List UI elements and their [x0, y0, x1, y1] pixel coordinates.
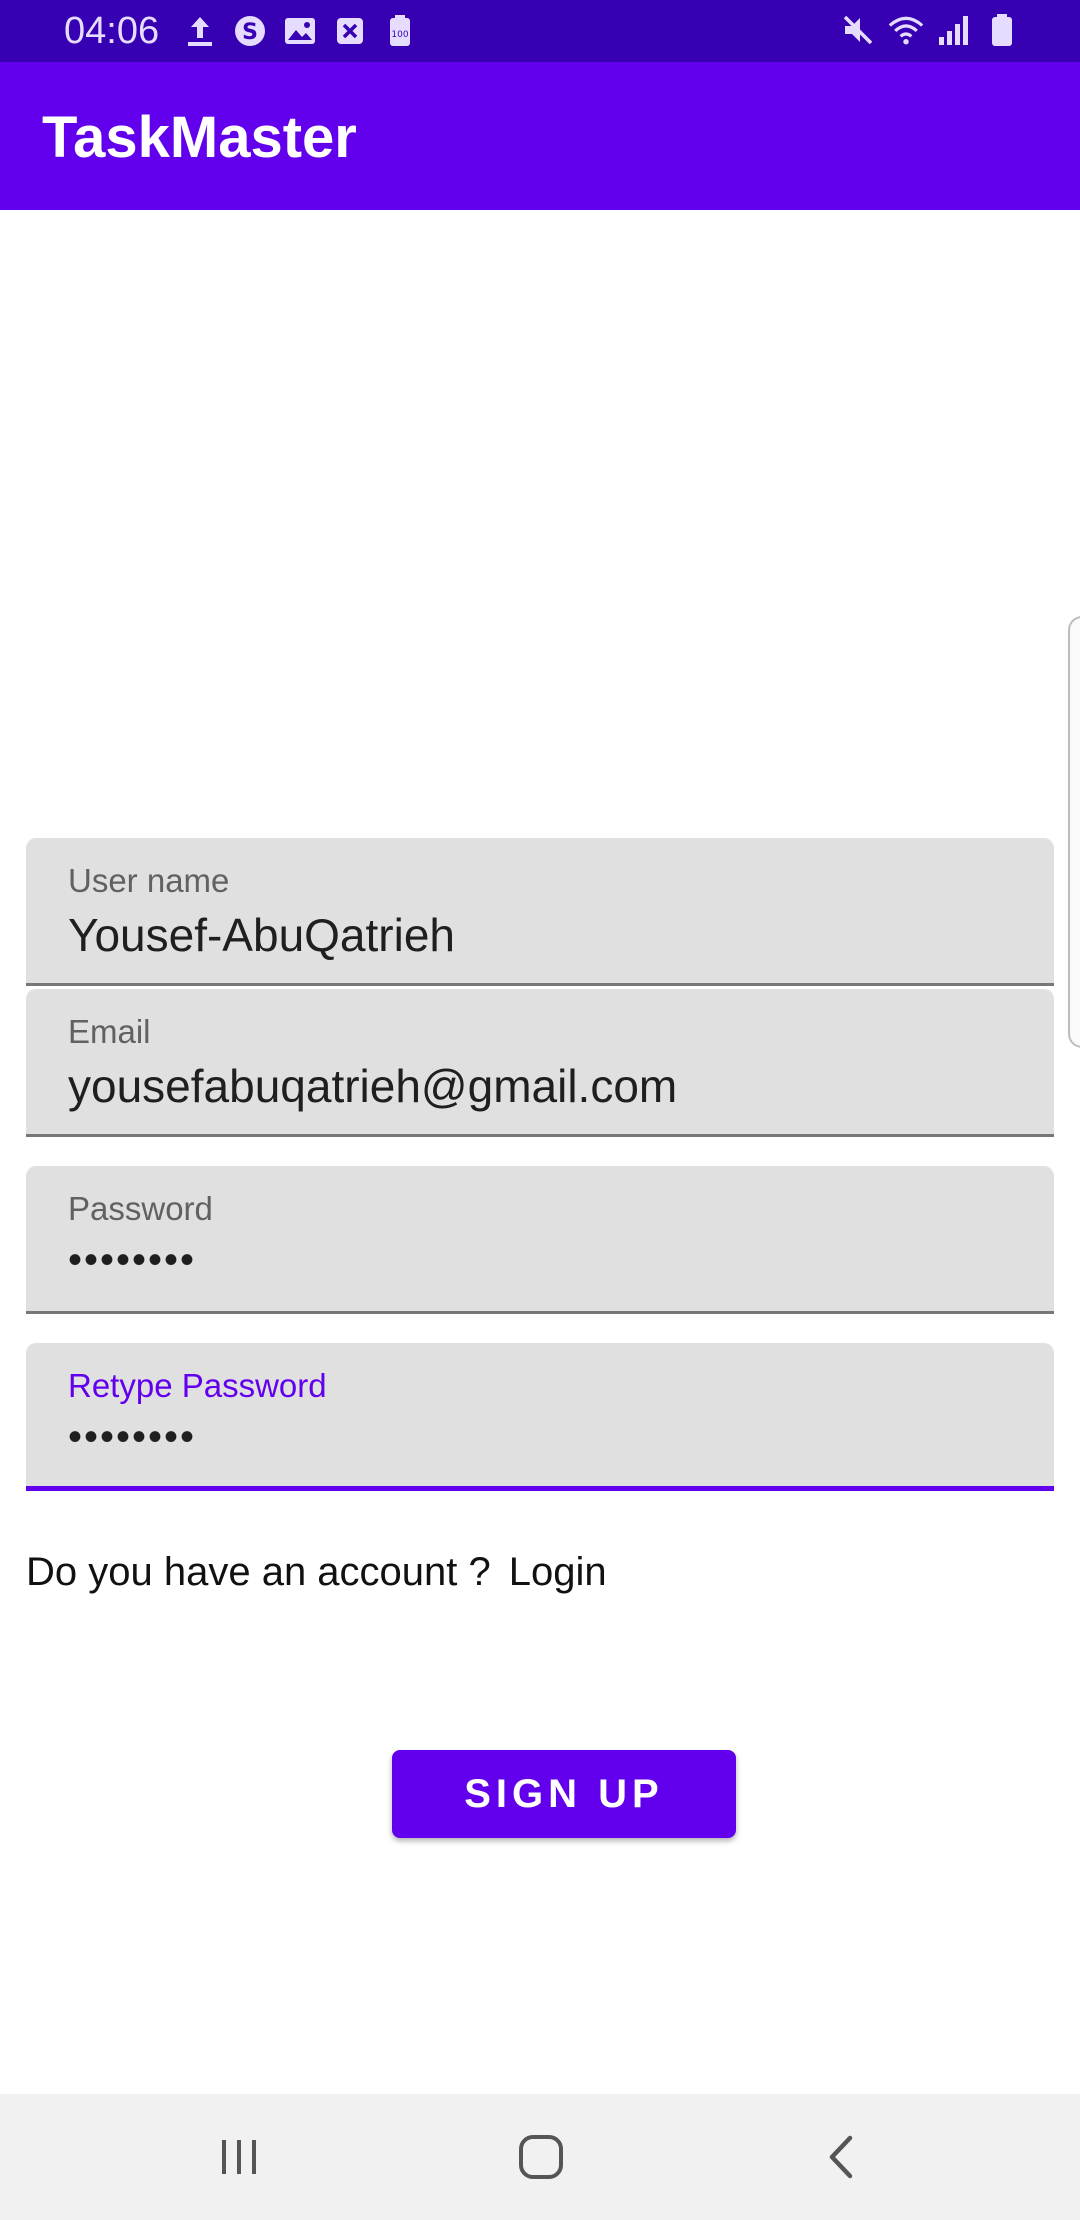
- password-label: Password: [68, 1190, 213, 1227]
- retype-password-field[interactable]: Retype Password ••••••••: [26, 1343, 1054, 1491]
- wifi-icon: [888, 12, 924, 48]
- recents-icon[interactable]: [204, 2122, 274, 2192]
- email-value: yousefabuqatrieh@gmail.com: [68, 1060, 678, 1112]
- sign-up-button[interactable]: SIGN UP: [392, 1750, 736, 1838]
- battery-icon: [984, 12, 1020, 48]
- account-question: Do you have an account ?: [26, 1550, 491, 1594]
- back-icon[interactable]: [808, 2122, 878, 2192]
- status-left-icons: S 100: [182, 13, 418, 49]
- image-icon: [282, 13, 318, 49]
- edge-panel-handle[interactable]: [1068, 616, 1080, 1048]
- status-time: 04:06: [64, 10, 160, 52]
- username-value: Yousef-AbuQatrieh: [68, 909, 456, 961]
- password-value: ••••••••: [68, 1238, 197, 1282]
- login-link[interactable]: Login: [509, 1550, 607, 1594]
- status-right-icons: [840, 12, 1020, 48]
- password-field[interactable]: Password ••••••••: [26, 1166, 1054, 1314]
- svg-text:100: 100: [391, 30, 408, 40]
- username-field[interactable]: User name Yousef-AbuQatrieh: [26, 838, 1054, 986]
- app-bar: TaskMaster: [0, 62, 1080, 210]
- home-icon[interactable]: [506, 2122, 576, 2192]
- username-label: User name: [68, 862, 230, 899]
- battery-100-icon: 100: [382, 13, 418, 49]
- email-field[interactable]: Email yousefabuqatrieh@gmail.com: [26, 989, 1054, 1137]
- app-title: TaskMaster: [42, 105, 357, 170]
- account-prompt: Do you have an account ? Login: [26, 1550, 607, 1595]
- upload-icon: [182, 13, 218, 49]
- email-label: Email: [68, 1013, 151, 1050]
- svg-text:S: S: [242, 20, 258, 45]
- navigation-bar: [0, 2094, 1080, 2220]
- retype-password-label: Retype Password: [68, 1367, 327, 1404]
- x-box-icon: [332, 13, 368, 49]
- s-app-icon: S: [232, 13, 268, 49]
- signal-icon: [936, 12, 972, 48]
- retype-password-value: ••••••••: [68, 1415, 197, 1459]
- mute-icon: [840, 12, 876, 48]
- status-bar: 04:06 S 100: [0, 0, 1080, 62]
